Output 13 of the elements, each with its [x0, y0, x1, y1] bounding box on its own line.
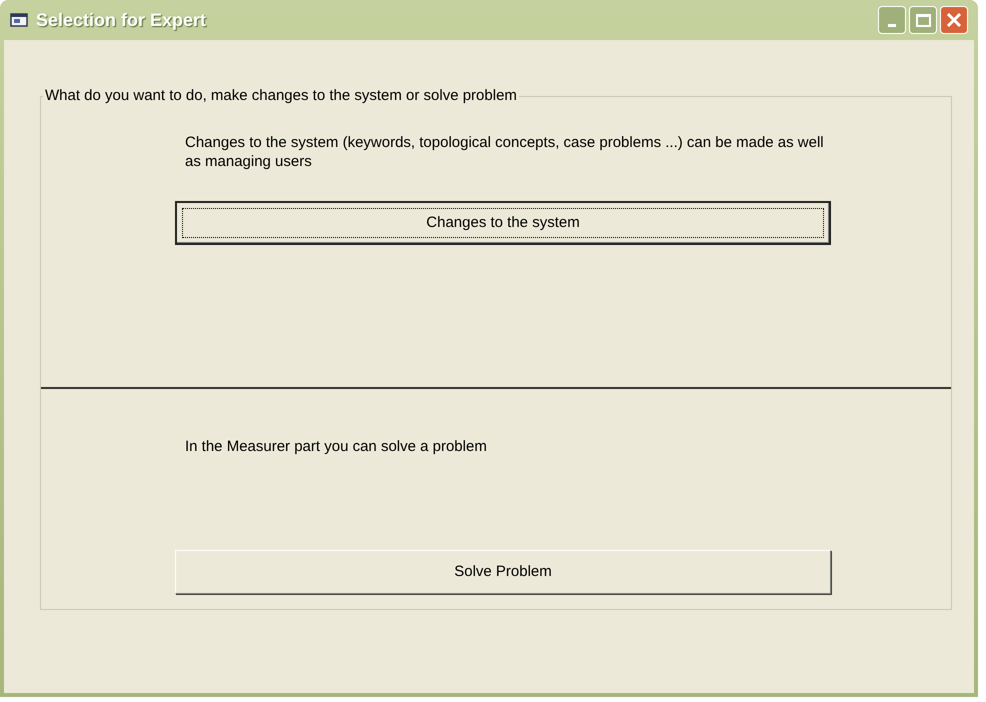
maximize-button[interactable]	[909, 6, 937, 34]
minimize-icon	[888, 24, 896, 27]
description-text: Changes to the system (keywords, topological concepts, case problems ...) can be made as well as managing users	[184, 133, 825, 171]
group-legend: What do you want to do, make changes to the system or solve problem	[43, 87, 519, 105]
maximize-icon	[916, 14, 930, 26]
description-text: In the Measurer part you can solve a problem	[184, 437, 488, 456]
close-icon	[946, 12, 962, 28]
minimize-button[interactable]	[878, 6, 906, 34]
window-title: Selection for Expert	[36, 8, 206, 32]
action-button[interactable]: Solve Problem	[175, 550, 831, 594]
action-button[interactable]: Changes to the system	[175, 201, 831, 245]
window-icon	[10, 12, 28, 28]
close-button[interactable]	[940, 6, 968, 34]
